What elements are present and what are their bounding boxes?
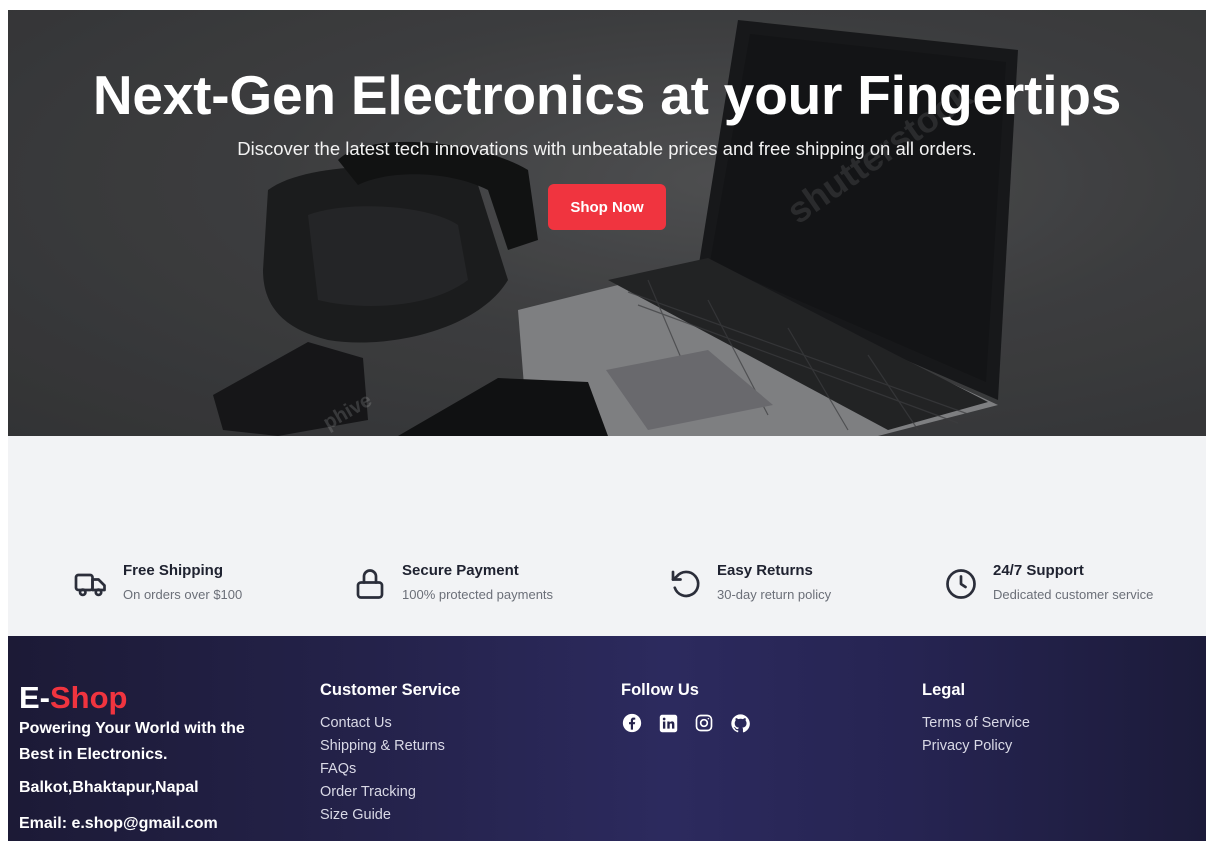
footer-heading: Customer Service [320,681,461,699]
feature-description: 100% protected payments [402,587,554,602]
facebook-icon[interactable] [621,712,643,734]
footer-brand-logo[interactable]: E-Shop [19,680,128,716]
footer-heading: Follow Us [621,681,699,699]
shop-now-button[interactable]: Shop Now [548,184,666,230]
footer-link-contact-us[interactable]: Contact Us [320,712,460,735]
truck-icon [71,564,111,604]
footer-follow-us: Follow Us [621,680,751,734]
footer-link-privacy-policy[interactable]: Privacy Policy [922,735,1030,758]
footer-link-terms-of-service[interactable]: Terms of Service [922,712,1030,735]
feature-description: Dedicated customer service [993,587,1154,602]
feature-free-shipping: Free Shipping On orders over $100 [71,562,242,604]
feature-description: 30-day return policy [717,587,832,602]
hero-content: Next-Gen Electronics at your Fingertips … [8,10,1206,230]
footer-heading: Legal [922,681,966,699]
feature-title: Secure Payment [402,562,519,579]
social-links [621,712,751,734]
feature-support: 24/7 Support Dedicated customer service [941,562,1153,604]
feature-title: 24/7 Support [993,562,1084,579]
footer-tagline: Powering Your World with the Best in Ele… [19,720,245,763]
footer-link-size-guide[interactable]: Size Guide [320,804,460,827]
feature-secure-payment: Secure Payment 100% protected payments [350,562,553,604]
footer-legal: Legal Terms of Service Privacy Policy [922,680,1030,758]
feature-description: On orders over $100 [123,587,243,602]
github-icon[interactable] [729,712,751,734]
rotate-ccw-icon [665,564,705,604]
footer-email: Email: e.shop@gmail.com [19,815,218,832]
lock-icon [350,564,390,604]
instagram-icon[interactable] [693,712,715,734]
footer-customer-service: Customer Service Contact Us Shipping & R… [320,680,460,827]
footer-link-shipping-returns[interactable]: Shipping & Returns [320,735,460,758]
linkedin-icon[interactable] [657,712,679,734]
hero-banner: shutterstock phive Next-Gen Electronics … [8,10,1206,436]
footer-address: Balkot,Bhaktapur,Napal [19,779,199,796]
features-strip: Free Shipping On orders over $100 Secure… [8,436,1206,636]
footer-link-order-tracking[interactable]: Order Tracking [320,781,460,804]
feature-easy-returns: Easy Returns 30-day return policy [665,562,831,604]
feature-title: Easy Returns [717,562,813,579]
hero-subtitle: Discover the latest tech innovations wit… [237,138,977,159]
footer-link-faqs[interactable]: FAQs [320,758,460,781]
site-footer: E-Shop Powering Your World with the Best… [8,636,1206,841]
clock-icon [941,564,981,604]
feature-title: Free Shipping [123,562,224,579]
hero-title: Next-Gen Electronics at your Fingertips [92,64,1122,126]
